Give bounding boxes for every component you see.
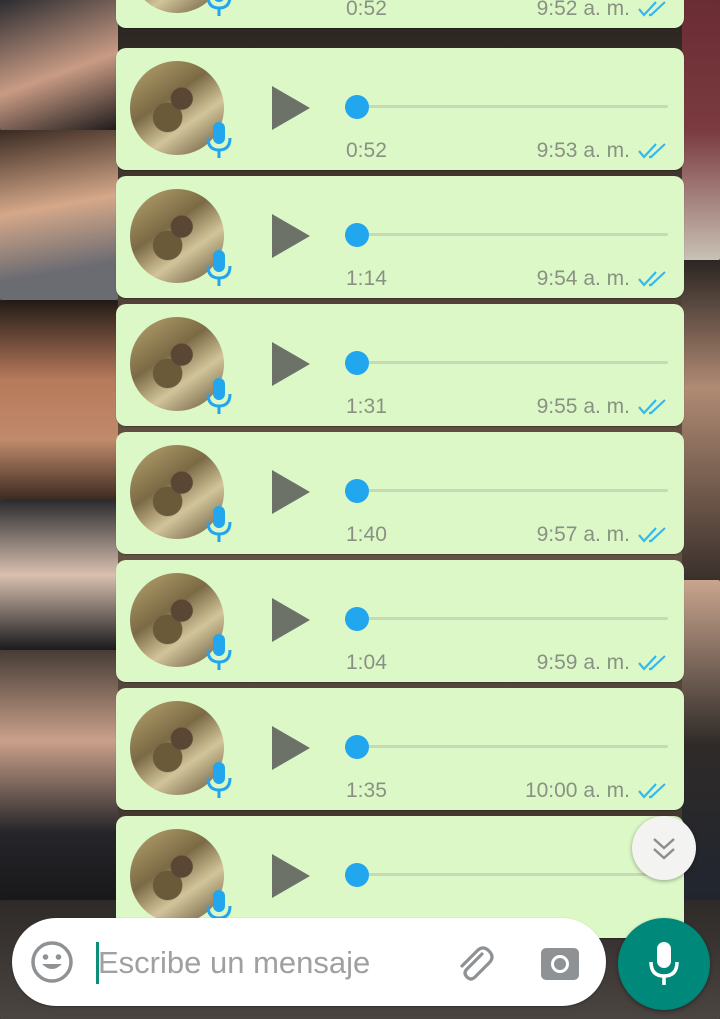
voice-message-bubble: 1:31 9:55 a. m. [116,304,684,426]
audio-progress-track[interactable] [356,873,668,876]
audio-progress-track[interactable] [356,617,668,620]
microphone-icon [206,246,232,290]
audio-duration: 1:35 [346,779,387,802]
message-timestamp: 9:54 a. m. [536,267,630,290]
microphone-icon [206,758,232,802]
attach-button[interactable] [452,942,496,986]
double-check-read-icon [638,655,666,671]
voice-message-bubble: 0:52 9:53 a. m. [116,48,684,170]
audio-progress-track[interactable] [356,745,668,748]
voice-message-bubble: 1:04 9:59 a. m. [116,560,684,682]
audio-seek-knob[interactable] [345,607,369,631]
audio-seek-knob[interactable] [345,223,369,247]
double-check-read-icon [638,783,666,799]
microphone-icon [206,0,232,20]
voice-message-bubble: 1:35 10:00 a. m. [116,688,684,810]
message-composer [12,918,606,1006]
voice-message-bubble: 1:40 9:57 a. m. [116,432,684,554]
double-check-read-icon [638,399,666,415]
audio-duration: 1:04 [346,651,387,674]
microphone-icon [206,630,232,674]
play-button[interactable] [266,724,314,772]
play-button[interactable] [266,468,314,516]
double-check-read-icon [638,143,666,159]
scroll-to-bottom-button[interactable] [632,816,696,880]
camera-icon [541,948,579,980]
record-voice-button[interactable] [618,918,710,1010]
message-input[interactable] [98,940,418,986]
double-check-read-icon [638,271,666,287]
play-icon [272,726,310,770]
audio-duration: 1:40 [346,523,387,546]
message-timestamp: 9:55 a. m. [536,395,630,418]
play-icon [272,470,310,514]
microphone-icon [206,374,232,418]
play-button[interactable] [266,340,314,388]
double-check-read-icon [638,527,666,543]
play-button[interactable] [266,596,314,644]
emoji-button[interactable] [30,940,74,984]
audio-seek-knob[interactable] [345,479,369,503]
audio-duration: 0:52 [346,0,387,20]
play-button[interactable] [266,212,314,260]
play-icon [272,598,310,642]
paperclip-icon [460,946,494,981]
play-button[interactable] [266,84,314,132]
microphone-icon [206,502,232,546]
double-chevron-down-icon [653,838,675,860]
play-button[interactable] [266,852,314,900]
audio-seek-knob[interactable] [345,351,369,375]
voice-message-bubble: 0:52 9:52 a. m. [116,0,684,28]
audio-seek-knob[interactable] [345,735,369,759]
audio-progress-track[interactable] [356,233,668,236]
camera-button[interactable] [538,942,582,986]
audio-duration: 0:52 [346,139,387,162]
emoji-icon [31,941,73,983]
play-icon [272,214,310,258]
audio-progress-track[interactable] [356,105,668,108]
play-icon [272,342,310,386]
message-timestamp: 9:59 a. m. [536,651,630,674]
audio-duration: 1:14 [346,267,387,290]
message-timestamp: 9:52 a. m. [536,0,630,20]
audio-seek-knob[interactable] [345,863,369,887]
microphone-icon [206,118,232,162]
audio-seek-knob[interactable] [345,95,369,119]
message-timestamp: 9:57 a. m. [536,523,630,546]
double-check-read-icon [638,1,666,17]
audio-progress-track[interactable] [356,489,668,492]
play-icon [272,86,310,130]
audio-progress-track[interactable] [356,361,668,364]
play-icon [272,854,310,898]
message-timestamp: 10:00 a. m. [524,779,630,802]
message-timestamp: 9:53 a. m. [536,139,630,162]
voice-message-bubble: 1:14 9:54 a. m. [116,176,684,298]
microphone-icon [649,942,679,985]
audio-duration: 1:31 [346,395,387,418]
